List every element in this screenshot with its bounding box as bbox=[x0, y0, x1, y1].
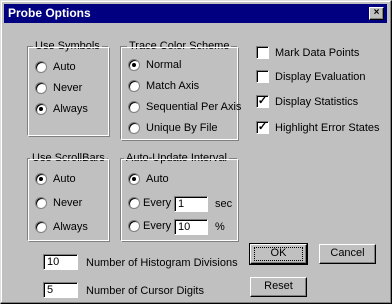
radio-label: Sequential Per Axis bbox=[146, 101, 242, 113]
cursor-digits-label: Number of Cursor Digits bbox=[86, 285, 204, 297]
auto-update-auto-radio[interactable]: Auto bbox=[128, 173, 169, 185]
auto-update-every-pct-radio[interactable]: Every bbox=[128, 220, 171, 232]
checkbox-label: Display Evaluation bbox=[275, 70, 366, 83]
display-statistics-checkbox[interactable]: ✓ Display Statistics bbox=[256, 95, 358, 108]
cancel-button[interactable]: Cancel bbox=[319, 244, 376, 264]
cancel-button-label: Cancel bbox=[330, 247, 365, 259]
highlight-error-states-checkbox[interactable]: ✓ Highlight Error States bbox=[256, 121, 380, 134]
radio-icon bbox=[128, 80, 140, 92]
use-symbols-never-radio[interactable]: Never bbox=[35, 82, 82, 94]
trace-sequential-radio[interactable]: Sequential Per Axis bbox=[128, 101, 241, 113]
use-symbols-legend: Use Symbols bbox=[33, 40, 102, 52]
radio-icon bbox=[35, 197, 47, 209]
cursor-digits-input[interactable]: 5 bbox=[43, 282, 78, 298]
mark-data-points-checkbox[interactable]: Mark Data Points bbox=[256, 46, 359, 59]
radio-selected-icon bbox=[35, 103, 47, 115]
radio-icon bbox=[35, 82, 47, 94]
use-symbols-always-radio[interactable]: Always bbox=[35, 103, 88, 115]
radio-label: Unique By File bbox=[146, 122, 218, 134]
checkbox-label: Mark Data Points bbox=[275, 46, 360, 59]
radio-label: Auto bbox=[53, 61, 76, 73]
checkbox-label: Highlight Error States bbox=[275, 121, 380, 134]
radio-label: Always bbox=[53, 221, 88, 233]
radio-label: Every bbox=[143, 197, 172, 209]
scrollbars-auto-radio[interactable]: Auto bbox=[35, 173, 76, 185]
radio-icon bbox=[128, 197, 140, 209]
checkbox-label: Display Statistics bbox=[275, 95, 359, 108]
title-bar[interactable]: Probe Options × bbox=[4, 4, 387, 23]
radio-icon bbox=[128, 220, 140, 232]
radio-icon bbox=[128, 101, 140, 113]
ok-button[interactable]: OK bbox=[249, 243, 308, 265]
radio-selected-icon bbox=[128, 59, 140, 71]
scrollbars-always-radio[interactable]: Always bbox=[35, 221, 88, 233]
radio-selected-icon bbox=[128, 173, 140, 185]
window-title: Probe Options bbox=[8, 6, 91, 20]
radio-icon bbox=[35, 61, 47, 73]
radio-icon bbox=[35, 221, 47, 233]
close-icon[interactable]: × bbox=[369, 7, 384, 20]
radio-label: Always bbox=[53, 103, 88, 115]
trace-unique-radio[interactable]: Unique By File bbox=[128, 122, 218, 134]
checkbox-icon bbox=[256, 70, 269, 83]
checkmark-icon: ✓ bbox=[256, 121, 269, 134]
radio-label: Every bbox=[143, 220, 172, 232]
use-symbols-auto-radio[interactable]: Auto bbox=[35, 61, 76, 73]
trace-match-axis-radio[interactable]: Match Axis bbox=[128, 80, 199, 92]
trace-normal-radio[interactable]: Normal bbox=[128, 59, 181, 71]
radio-label: Match Axis bbox=[146, 80, 200, 92]
display-evaluation-checkbox[interactable]: Display Evaluation bbox=[256, 70, 366, 83]
radio-label: Never bbox=[53, 197, 83, 209]
scrollbars-never-radio[interactable]: Never bbox=[35, 197, 82, 209]
radio-selected-icon bbox=[35, 173, 47, 185]
use-scrollbars-legend: Use ScrollBars bbox=[30, 152, 107, 164]
radio-label: Auto bbox=[53, 173, 76, 185]
seconds-unit-label: sec bbox=[215, 198, 233, 210]
probe-options-dialog: Probe Options × Use Symbols Auto Never A… bbox=[0, 0, 392, 304]
reset-button-label: Reset bbox=[264, 280, 293, 292]
checkmark-icon: ✓ bbox=[256, 95, 269, 108]
radio-label: Auto bbox=[146, 173, 169, 185]
focus-rect bbox=[254, 247, 303, 261]
radio-icon bbox=[128, 122, 140, 134]
auto-update-every-sec-radio[interactable]: Every bbox=[128, 197, 171, 209]
trace-color-legend: Trace Color Scheme bbox=[127, 40, 232, 52]
update-seconds-input[interactable]: 1 bbox=[174, 196, 208, 212]
radio-label: Never bbox=[53, 82, 83, 94]
update-percent-input[interactable]: 10 bbox=[174, 219, 208, 235]
histogram-divisions-label: Number of Histogram Divisions bbox=[86, 257, 238, 269]
radio-label: Normal bbox=[146, 59, 182, 71]
reset-button[interactable]: Reset bbox=[250, 277, 307, 297]
percent-unit-label: % bbox=[215, 221, 225, 233]
auto-update-legend: Auto-Update Interval bbox=[124, 152, 229, 164]
histogram-divisions-input[interactable]: 10 bbox=[43, 254, 78, 270]
checkbox-icon bbox=[256, 46, 269, 59]
